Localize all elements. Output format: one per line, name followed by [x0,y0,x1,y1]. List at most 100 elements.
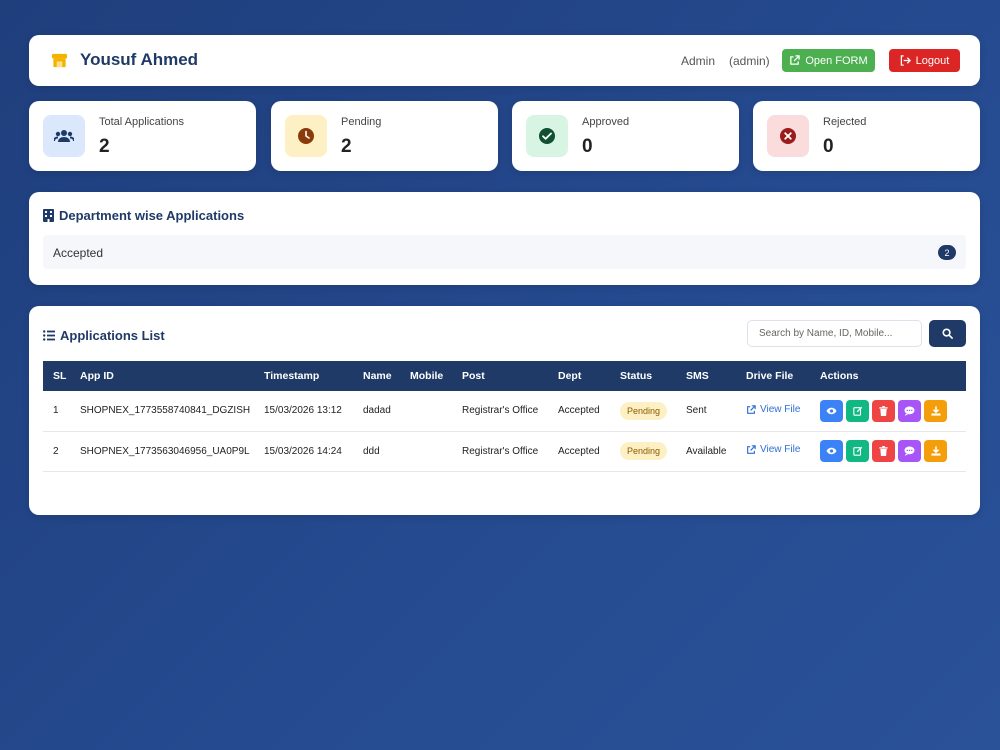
cell-status: Pending [620,391,686,431]
cell-drive: View File [746,391,820,431]
cell-actions [820,431,966,471]
x-circle-icon [767,115,809,157]
column-header: Timestamp [264,370,320,382]
cell-sms: Sent [686,405,707,417]
column-header: Actions [820,370,859,382]
delete-button[interactable] [872,399,895,422]
open-form-label: Open FORM [805,54,868,67]
cell-app-id: SHOPNEX_1773563046956_UA0P9L [80,445,250,457]
download-button[interactable] [924,399,947,422]
column-header: Name [363,370,392,382]
trash-icon [879,446,888,456]
department-name: Accepted [53,246,104,260]
cell-app-id: SHOPNEX_1773558740841_DGZISH [80,405,251,417]
stat-value: 0 [582,136,593,157]
download-icon [930,406,941,416]
stat-card-pending: Pending 2 [271,101,498,171]
cell-name: ddd [363,445,380,457]
column-header: Dept [558,370,582,382]
stat-card-rejected: Rejected 0 [753,101,980,171]
logout-button[interactable]: Logout [889,49,960,72]
message-icon [904,406,915,416]
stat-card-approved: Approved 0 [512,101,739,171]
column-header: App ID [80,370,114,382]
edit-icon [852,406,862,416]
users-icon [43,115,85,157]
department-panel: Department wise Applications Accepted 2 [29,192,980,285]
user-role: Admin [681,54,716,68]
cell-sl: 2 [53,445,59,457]
stat-label: Rejected [823,116,867,128]
cell-mobile [410,431,462,471]
cell-drive: View File [746,431,820,471]
view-file-label: View File [760,404,801,415]
cell-status: Pending [620,431,686,471]
applications-title-label: Applications List [60,328,165,343]
external-link-icon [790,55,801,65]
check-circle-icon [526,115,568,157]
trash-icon [879,405,888,416]
user-role-tag: (admin) [729,54,770,68]
view-button[interactable] [820,440,843,462]
cell-dept: Accepted [558,405,600,417]
edit-button[interactable] [846,399,869,422]
column-header: Mobile [410,370,444,382]
cell-sl: 1 [53,405,59,417]
cell-timestamp: 15/03/2026 13:12 [264,405,342,417]
logout-icon [900,55,911,66]
list-icon [43,330,55,341]
message-button[interactable] [898,399,921,422]
column-header: SL [53,370,67,382]
view-button[interactable] [820,399,843,422]
download-button[interactable] [924,440,947,462]
applications-title: Applications List [43,328,165,343]
cell-sms: Available [686,445,727,457]
search-input[interactable] [747,320,922,347]
applications-table: SL App ID Timestamp Name Mobile Post Dep… [43,361,966,472]
building-icon [43,209,54,222]
cell-name: dadad [363,405,391,417]
edit-button[interactable] [846,440,869,462]
cell-dept: Accepted [558,445,600,457]
table-row: 1 SHOPNEX_1773558740841_DGZISH 15/03/202… [43,391,966,431]
column-header: SMS [686,370,709,382]
open-form-button[interactable]: Open FORM [782,49,875,72]
page-title: Yousuf Ahmed [80,50,199,69]
stat-label: Pending [341,116,382,128]
view-file-link[interactable]: View File [746,444,800,455]
store-icon [51,53,68,68]
column-header: Status [620,370,653,382]
column-header: Drive File [746,370,794,382]
search-button[interactable] [929,320,966,347]
department-row: Accepted 2 [43,235,966,269]
stat-value: 0 [823,136,834,157]
department-title-label: Department wise Applications [59,208,245,223]
stat-value: 2 [341,136,352,157]
view-file-link[interactable]: View File [746,404,800,415]
view-file-label: View File [760,444,801,456]
status-badge: Pending [620,442,668,460]
external-link-icon [747,445,756,454]
table-header-row: SL App ID Timestamp Name Mobile Post Dep… [43,361,966,391]
header-bar: Yousuf Ahmed Admin (admin) Open FORM Log… [29,35,980,86]
edit-icon [852,446,862,456]
search-icon [942,328,953,339]
eye-icon [826,447,837,455]
department-count-badge: 2 [938,245,956,260]
delete-button[interactable] [872,440,895,462]
column-header: Post [462,370,485,382]
applications-panel: Applications List SL App ID Timestamp Na… [29,306,980,515]
eye-icon [826,407,837,414]
logout-label: Logout [915,54,950,67]
status-badge: Pending [620,401,668,420]
stat-card-total: Total Applications 2 [29,101,256,171]
download-icon [930,446,941,456]
cell-post: Registrar's Office [462,445,539,457]
message-button[interactable] [898,440,921,462]
stat-value: 2 [99,136,110,157]
clock-icon [285,115,327,157]
cell-timestamp: 15/03/2026 14:24 [264,445,342,457]
stat-label: Approved [582,116,630,128]
department-title: Department wise Applications [43,208,244,223]
cell-post: Registrar's Office [462,405,539,417]
